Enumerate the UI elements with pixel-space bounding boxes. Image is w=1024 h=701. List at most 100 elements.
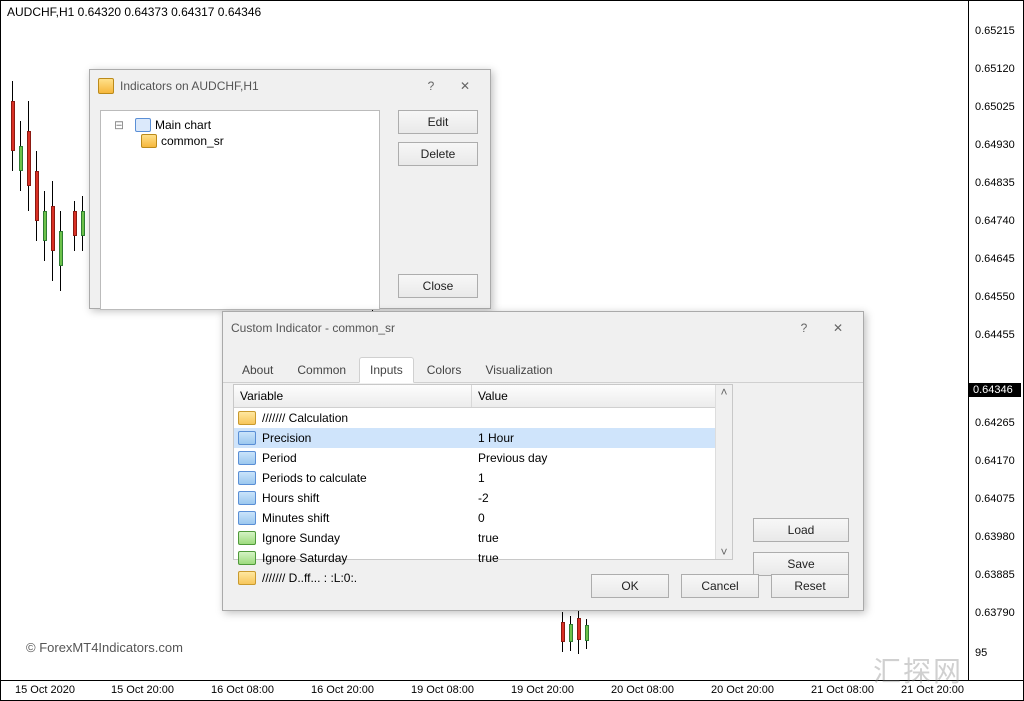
table-row[interactable]: Ignore Saturdaytrue (234, 548, 732, 568)
price-tick: 95 (975, 647, 987, 659)
cell-value[interactable]: 0 (474, 511, 732, 525)
time-tick: 20 Oct 08:00 (611, 684, 674, 696)
help-button[interactable]: ? (787, 316, 821, 340)
col-variable[interactable]: Variable (234, 385, 472, 407)
type-icon (238, 511, 256, 525)
time-tick: 15 Oct 20:00 (111, 684, 174, 696)
close-icon[interactable]: ✕ (448, 74, 482, 98)
inputs-grid[interactable]: Variable Value /////// Calculation Precis… (233, 384, 733, 560)
tree-item[interactable]: common_sr (107, 133, 373, 149)
reset-button[interactable]: Reset (771, 574, 849, 598)
type-icon (238, 411, 256, 425)
copyright-label: © ForexMT4Indicators.com (26, 640, 183, 655)
price-tick: 0.64075 (975, 493, 1015, 505)
time-tick: 15 Oct 2020 (15, 684, 75, 696)
cell-variable: Ignore Sunday (260, 531, 474, 545)
table-row[interactable]: /////// Calculation (234, 408, 732, 428)
type-icon (238, 451, 256, 465)
titlebar[interactable]: Indicators on AUDCHF,H1 ? ✕ (90, 70, 490, 102)
price-tick: 0.65120 (975, 63, 1015, 75)
dialog-icon (98, 78, 114, 94)
cell-value[interactable]: true (474, 551, 732, 565)
tab-colors[interactable]: Colors (416, 357, 473, 383)
type-icon (238, 471, 256, 485)
save-button[interactable]: Save (753, 552, 849, 576)
dialog-title: Custom Indicator - common_sr (231, 321, 395, 335)
tree-root[interactable]: ⊟ Main chart (107, 117, 373, 133)
cell-variable: Period (260, 451, 474, 465)
custom-indicator-dialog[interactable]: Custom Indicator - common_sr ? ✕ About C… (222, 311, 864, 611)
tab-visualization[interactable]: Visualization (474, 357, 563, 383)
table-row[interactable]: PeriodPrevious day (234, 448, 732, 468)
tab-bar: About Common Inputs Colors Visualization (223, 356, 863, 383)
type-icon (238, 571, 256, 585)
close-button[interactable]: Close (398, 274, 478, 298)
cell-value[interactable]: -2 (474, 491, 732, 505)
tree-root-label: Main chart (155, 118, 211, 132)
tab-common[interactable]: Common (286, 357, 357, 383)
time-tick: 20 Oct 20:00 (711, 684, 774, 696)
price-tick: 0.64835 (975, 177, 1015, 189)
collapse-icon[interactable]: ⊟ (107, 118, 131, 132)
scroll-up-icon[interactable]: ˄ (720, 385, 727, 399)
table-row[interactable]: Hours shift-2 (234, 488, 732, 508)
scroll-down-icon[interactable]: ˅ (720, 545, 727, 559)
col-value[interactable]: Value (472, 385, 732, 407)
time-tick: 21 Oct 08:00 (811, 684, 874, 696)
time-tick: 19 Oct 08:00 (411, 684, 474, 696)
price-tick: 0.63980 (975, 531, 1015, 543)
price-tick: 0.65025 (975, 101, 1015, 113)
price-tick: 0.64265 (975, 417, 1015, 429)
time-tick: 16 Oct 20:00 (311, 684, 374, 696)
cell-value[interactable]: 1 (474, 471, 732, 485)
price-axis: 0.65215 0.65120 0.65025 0.64930 0.64835 … (968, 1, 1023, 680)
price-tick: 0.64455 (975, 329, 1015, 341)
watermark: 汇探网 (873, 650, 963, 690)
chart-symbol-label: AUDCHF,H1 0.64320 0.64373 0.64317 0.6434… (7, 5, 261, 19)
cell-variable: Precision (260, 431, 474, 445)
price-tick: 0.65215 (975, 25, 1015, 37)
cancel-button[interactable]: Cancel (681, 574, 759, 598)
type-icon (238, 491, 256, 505)
price-current: 0.64346 (969, 383, 1021, 397)
load-button[interactable]: Load (753, 518, 849, 542)
indicator-icon (141, 134, 157, 148)
cell-value[interactable]: true (474, 531, 732, 545)
time-axis: 15 Oct 2020 15 Oct 20:00 16 Oct 08:00 16… (1, 680, 1023, 700)
price-tick: 0.64740 (975, 215, 1015, 227)
cell-variable: /////// D..ff... : :L:0:. (260, 571, 474, 585)
tab-inputs[interactable]: Inputs (359, 357, 414, 383)
type-icon (238, 551, 256, 565)
price-tick: 0.63885 (975, 569, 1015, 581)
table-row[interactable]: Minutes shift0 (234, 508, 732, 528)
cell-variable: Minutes shift (260, 511, 474, 525)
delete-button[interactable]: Delete (398, 142, 478, 166)
table-row[interactable]: Precision1 Hour (234, 428, 732, 448)
cell-value[interactable]: Previous day (474, 451, 732, 465)
help-button[interactable]: ? (414, 74, 448, 98)
scrollbar[interactable]: ˄ ˅ (715, 385, 732, 559)
cell-value[interactable]: 1 Hour (474, 431, 732, 445)
price-tick: 0.63790 (975, 607, 1015, 619)
dialog-title: Indicators on AUDCHF,H1 (120, 79, 259, 93)
time-tick: 19 Oct 20:00 (511, 684, 574, 696)
indicators-dialog[interactable]: Indicators on AUDCHF,H1 ? ✕ ⊟ Main chart… (89, 69, 491, 309)
price-tick: 0.64930 (975, 139, 1015, 151)
price-tick: 0.64550 (975, 291, 1015, 303)
indicator-tree[interactable]: ⊟ Main chart common_sr (100, 110, 380, 310)
titlebar[interactable]: Custom Indicator - common_sr ? ✕ (223, 312, 863, 344)
cell-variable: Hours shift (260, 491, 474, 505)
tree-item-label: common_sr (161, 134, 224, 148)
price-tick: 0.64645 (975, 253, 1015, 265)
price-tick: 0.64170 (975, 455, 1015, 467)
ok-button[interactable]: OK (591, 574, 669, 598)
edit-button[interactable]: Edit (398, 110, 478, 134)
tab-about[interactable]: About (231, 357, 284, 383)
table-row[interactable]: Periods to calculate1 (234, 468, 732, 488)
type-icon (238, 531, 256, 545)
table-row[interactable]: Ignore Sundaytrue (234, 528, 732, 548)
grid-header: Variable Value (234, 385, 732, 408)
close-icon[interactable]: ✕ (821, 316, 855, 340)
cell-variable: /////// Calculation (260, 411, 474, 425)
type-icon (238, 431, 256, 445)
